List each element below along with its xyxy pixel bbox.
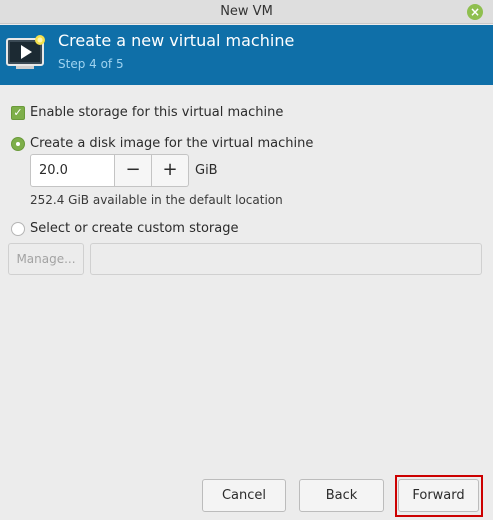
wizard-step: Step 4 of 5 (58, 57, 124, 71)
increment-button[interactable]: + (152, 154, 189, 187)
forward-button[interactable]: Forward (398, 479, 479, 512)
wizard-header: Create a new virtual machine Step 4 of 5 (0, 25, 493, 85)
wizard-title: Create a new virtual machine (58, 31, 295, 50)
custom-storage-label: Select or create custom storage (30, 221, 239, 236)
disk-size-unit: GiB (195, 163, 218, 178)
close-icon[interactable]: × (467, 4, 483, 20)
enable-storage-checkbox[interactable]: ✓ (11, 105, 25, 120)
disk-image-row[interactable]: Create a disk image for the virtual mach… (11, 136, 313, 151)
disk-size-input[interactable]: 20.0 (30, 154, 115, 187)
window-title: New VM (220, 4, 273, 19)
back-button[interactable]: Back (299, 479, 384, 512)
cancel-button[interactable]: Cancel (202, 479, 286, 512)
disk-image-label: Create a disk image for the virtual mach… (30, 136, 314, 151)
enable-storage-label: Enable storage for this virtual machine (30, 105, 284, 120)
enable-storage-row[interactable]: ✓ Enable storage for this virtual machin… (11, 105, 283, 120)
available-space-text: 252.4 GiB available in the default locat… (30, 193, 283, 207)
custom-storage-path-field[interactable] (90, 243, 482, 275)
disk-size-stepper[interactable]: 20.0 − + (30, 154, 189, 187)
custom-storage-row[interactable]: Select or create custom storage (11, 221, 238, 236)
decrement-button[interactable]: − (115, 154, 152, 187)
manage-button[interactable]: Manage... (8, 243, 84, 275)
custom-storage-radio[interactable] (11, 221, 25, 236)
disk-image-radio[interactable] (11, 136, 25, 151)
vm-monitor-icon (6, 35, 45, 69)
window-titlebar: New VM × (0, 0, 493, 24)
